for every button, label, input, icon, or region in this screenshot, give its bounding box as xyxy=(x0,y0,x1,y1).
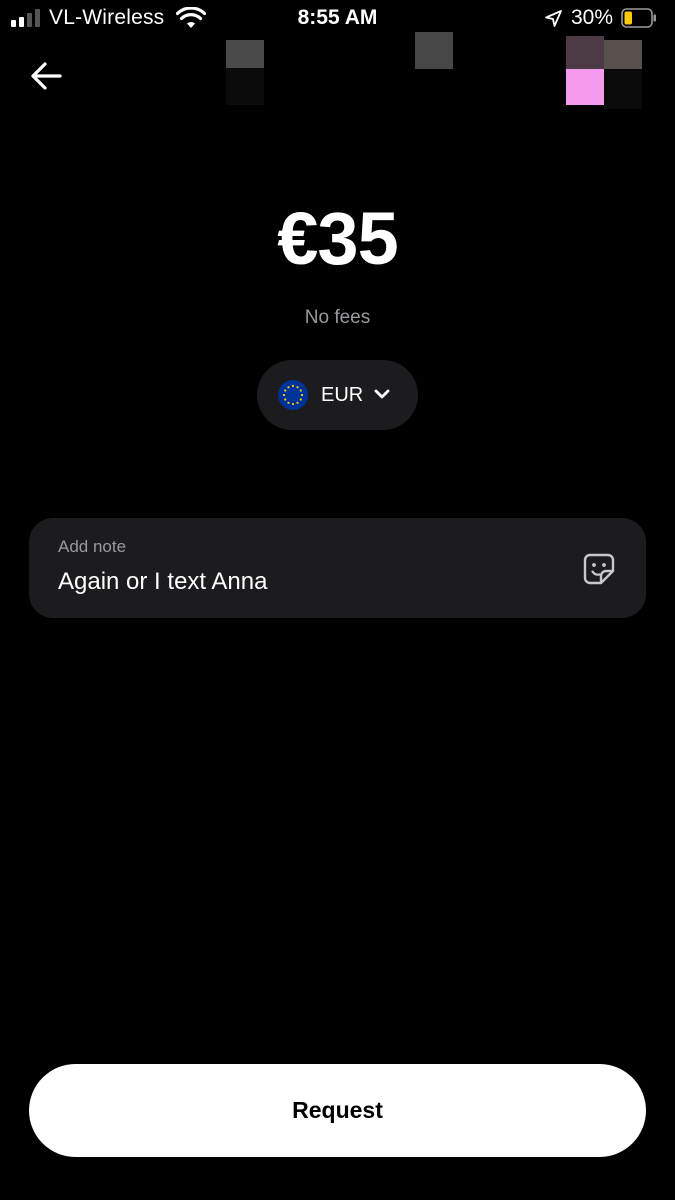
eu-flag-star xyxy=(299,389,302,392)
location-arrow-icon xyxy=(545,10,562,27)
eu-flag-star xyxy=(284,389,287,392)
eu-flag-star xyxy=(291,384,295,388)
note-input[interactable]: Again or I text Anna xyxy=(58,568,267,596)
currency-code: EUR xyxy=(321,384,364,406)
status-bar: VL-Wireless 8:55 AM 30% xyxy=(0,0,675,38)
note-field[interactable]: Add note Again or I text Anna xyxy=(29,518,646,618)
eu-flag-star xyxy=(282,393,286,397)
eu-flag-star xyxy=(287,386,290,389)
sticker-icon[interactable] xyxy=(582,552,616,586)
redacted-recipient-block xyxy=(226,40,264,68)
redacted-recipient-block xyxy=(226,68,264,105)
redacted-avatar-block xyxy=(566,69,604,105)
note-label: Add note xyxy=(58,537,127,556)
redacted-avatar-block xyxy=(566,36,604,69)
eu-flag-star xyxy=(296,401,299,404)
redacted-avatar-block xyxy=(604,40,642,69)
eu-flag-star xyxy=(287,401,290,404)
redacted-recipient-block xyxy=(415,32,453,69)
battery-icon xyxy=(621,8,656,28)
request-amount[interactable]: €35 xyxy=(0,196,675,281)
currency-selector[interactable]: EUR xyxy=(257,360,418,430)
request-button[interactable]: Request xyxy=(29,1064,646,1157)
back-button[interactable] xyxy=(24,56,68,96)
eu-flag-star xyxy=(300,393,304,397)
eu-flag-star xyxy=(296,386,299,389)
chevron-down-icon xyxy=(374,389,390,399)
eu-flag-star xyxy=(291,402,295,406)
eu-flag-icon xyxy=(278,380,308,410)
eu-flag-star xyxy=(299,398,302,401)
arrow-left-icon xyxy=(31,62,62,90)
battery-percent: 30% xyxy=(571,6,614,29)
redacted-avatar-block xyxy=(604,69,642,109)
fees-note: No fees xyxy=(304,307,371,328)
eu-flag-star xyxy=(284,398,287,401)
